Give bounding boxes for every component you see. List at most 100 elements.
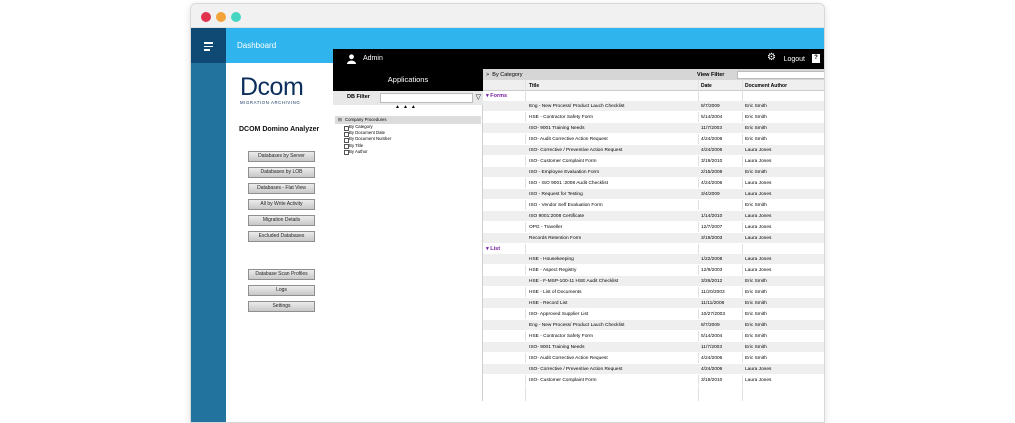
row-title: ISO - Employee Evaluation Form xyxy=(529,170,600,175)
user-icon xyxy=(347,54,356,64)
table-row[interactable]: Records Retention Form 3/19/2003 Laura Jon… xyxy=(483,233,824,244)
table-row[interactable]: ISO- Customer Complaint Form 3/19/2010 Lau… xyxy=(483,156,824,167)
user-header-bar: Admin ⚙ Logout ? xyxy=(333,49,824,69)
applications-header: Applications xyxy=(333,69,483,91)
table-row[interactable]: HSE - F-MSP-100-11 HSE Audit Checklist 3/… xyxy=(483,276,824,287)
tree-root[interactable]: ⊟ Company Procedures xyxy=(335,116,481,124)
row-date: 1/22/2008 xyxy=(701,257,723,262)
row-author: Laura Jones xyxy=(745,367,772,372)
row-author: Eric Smith xyxy=(745,301,767,306)
breadcrumb-label: By Category xyxy=(492,72,523,78)
close-window-dot[interactable] xyxy=(201,12,211,22)
row-author: Eric Smith xyxy=(745,104,767,109)
row-title: ISO- Customer Complaint Form xyxy=(529,378,597,383)
row-date: 5/14/2004 xyxy=(701,334,723,339)
table-row[interactable]: ISO- 9001 Training Needs 11/7/2003 Eric Sm… xyxy=(483,123,824,134)
nav-button[interactable]: Databases by Server xyxy=(248,151,315,162)
table-row[interactable]: HSE - List of Documents 11/20/2003 Eric Sm… xyxy=(483,287,824,298)
row-title: HSE - F-MSP-100-11 HSE Audit Checklist xyxy=(529,279,619,284)
row-title: ISO - Vendor Self Evaluation Form xyxy=(529,203,603,208)
table-row[interactable]: ISO- Audit Corrective Action Request 4/24… xyxy=(483,353,824,364)
category-name: Forms xyxy=(490,93,508,99)
row-title: ISO- Corrective / Preventive Action Requ… xyxy=(529,367,623,372)
row-date: 11/7/2003 xyxy=(701,345,722,350)
table-row[interactable]: ISO 9001:2008 Certificate 1/14/2010 Laura … xyxy=(483,211,824,222)
nav-button[interactable]: Database Scan Profiles xyxy=(248,269,315,280)
settings-gear-icon[interactable]: ⚙ xyxy=(767,53,776,63)
table-row[interactable]: ISO- Corrective / Preventive Action Requ… xyxy=(483,145,824,156)
table-row[interactable]: ISO - ISO 9001 :2008 Audit Checklist 4/24… xyxy=(483,178,824,189)
menu-button[interactable] xyxy=(191,28,226,63)
row-title: ISO- Approved Supplier List xyxy=(529,312,589,317)
category-label: ▾ Forms xyxy=(486,93,507,99)
table-row[interactable]: Eng - New Process/ Product Lauch Checkli… xyxy=(483,101,824,112)
view-filter-label: View Filter xyxy=(697,72,725,78)
nav-button[interactable]: Databases by LOB xyxy=(248,167,315,178)
table-row[interactable]: HSE - Contractor Safety Form 5/14/2004 Eri… xyxy=(483,331,824,342)
view-filter-input[interactable] xyxy=(737,71,824,79)
table-row[interactable]: ISO - Request for Testing 3/4/2009 Laura J… xyxy=(483,189,824,200)
minimize-window-dot[interactable] xyxy=(216,12,226,22)
nav-button[interactable]: Excluded Databases xyxy=(248,231,315,242)
nav-button[interactable]: Migration Details xyxy=(248,215,315,226)
table-row[interactable]: ISO - Vendor Self Evaluation Form Eric Sm… xyxy=(483,200,824,211)
row-date: 3/19/2003 xyxy=(701,236,723,241)
filter-funnel-icon[interactable]: ▽ xyxy=(476,93,481,102)
row-date: 3/4/2009 xyxy=(701,192,720,197)
table-row[interactable]: ISO - Employee Evaluation Form 2/15/2008 E… xyxy=(483,167,824,178)
row-author: Eric Smith xyxy=(745,290,767,295)
row-date: 4/24/2006 xyxy=(701,181,723,186)
tree-root-label: Company Procedures xyxy=(345,117,387,122)
row-author: Eric Smith xyxy=(745,137,767,142)
row-author: Laura Jones xyxy=(745,236,772,241)
row-title: HSE - Aspect Registry xyxy=(529,268,577,273)
table-row[interactable]: HSE - Aspect Registry 12/9/2003 Laura Jone… xyxy=(483,265,824,276)
tree-expand-icon[interactable]: ⊟ xyxy=(338,116,342,124)
left-panel: Dcom MIGRATION ARCHIVING DCOM Domino Ana… xyxy=(226,63,333,422)
nav-button[interactable]: Settings xyxy=(248,301,315,312)
maximize-window-dot[interactable] xyxy=(231,12,241,22)
window-titlebar xyxy=(191,4,824,28)
row-title: ISO- 9001 Training Needs xyxy=(529,126,585,131)
row-date: 10/27/2003 xyxy=(701,312,726,317)
table-row[interactable]: ISO- Customer Complaint Form 3/19/2010 Lau… xyxy=(483,375,824,386)
column-author[interactable]: Document Author xyxy=(745,83,787,89)
row-author: Laura Jones xyxy=(745,268,772,273)
row-date: 11/20/2003 xyxy=(701,290,725,295)
row-date: 2/15/2008 xyxy=(701,170,723,175)
table-row[interactable]: OPG - Traveller 12/7/2007 Laura Jones xyxy=(483,222,824,233)
table-row[interactable]: ISO- Corrective / Preventive Action Requ… xyxy=(483,364,824,375)
side-rail xyxy=(191,28,226,422)
table-row[interactable]: HSE - Contractor Safety Form 5/14/2004 Eri… xyxy=(483,112,824,123)
nav-button[interactable]: Logs xyxy=(248,285,315,296)
column-title[interactable]: Title xyxy=(529,83,539,89)
logout-link[interactable]: Logout xyxy=(784,56,805,63)
page-title: Dashboard xyxy=(237,41,277,50)
row-author: Laura Jones xyxy=(745,378,772,383)
table-row[interactable]: HSE - Housekeeping 1/22/2008 Laura Jones xyxy=(483,254,824,265)
table-row[interactable]: HSE - Record List 11/11/2006 Eric Smith xyxy=(483,298,824,309)
row-title: ISO 9001:2008 Certificate xyxy=(529,214,585,219)
app-title: DCOM Domino Analyzer xyxy=(239,126,320,133)
table-row[interactable]: ISO- Audit Corrective Action Request 4/24… xyxy=(483,134,824,145)
table-row[interactable]: ISO- Approved Supplier List 10/27/2003 Eri… xyxy=(483,309,824,320)
table-row[interactable]: Eng - New Process/ Product Lauch Checkli… xyxy=(483,320,824,331)
db-filter-input[interactable] xyxy=(380,93,473,103)
row-title: OPG - Traveller xyxy=(529,225,563,230)
table-row[interactable]: ISO- 9001 Training Needs 11/7/2003 Eric Sm… xyxy=(483,342,824,353)
dcom-logo: Dcom MIGRATION ARCHIVING xyxy=(240,75,320,106)
category-row[interactable]: ▾ List xyxy=(483,244,824,254)
tree-expand-arrows[interactable]: ▲▲▲ xyxy=(395,104,419,110)
view-panel: > By Category View Filter Title Date Doc… xyxy=(483,69,824,401)
nav-button[interactable]: All by Write Activity xyxy=(248,199,315,210)
help-icon[interactable]: ? xyxy=(812,54,820,63)
row-date: 4/24/2006 xyxy=(701,137,723,142)
row-author: Eric Smith xyxy=(745,115,767,120)
hamburger-icon xyxy=(204,42,213,51)
tree-item[interactable]: By Author xyxy=(335,149,481,156)
category-row[interactable]: ▾ Forms xyxy=(483,91,824,101)
column-date[interactable]: Date xyxy=(701,83,712,89)
logo-subtitle: MIGRATION ARCHIVING xyxy=(240,100,301,105)
db-filter-bar: DB Filter ▽ xyxy=(333,91,483,105)
nav-button[interactable]: Databases - Flat View xyxy=(248,183,315,194)
